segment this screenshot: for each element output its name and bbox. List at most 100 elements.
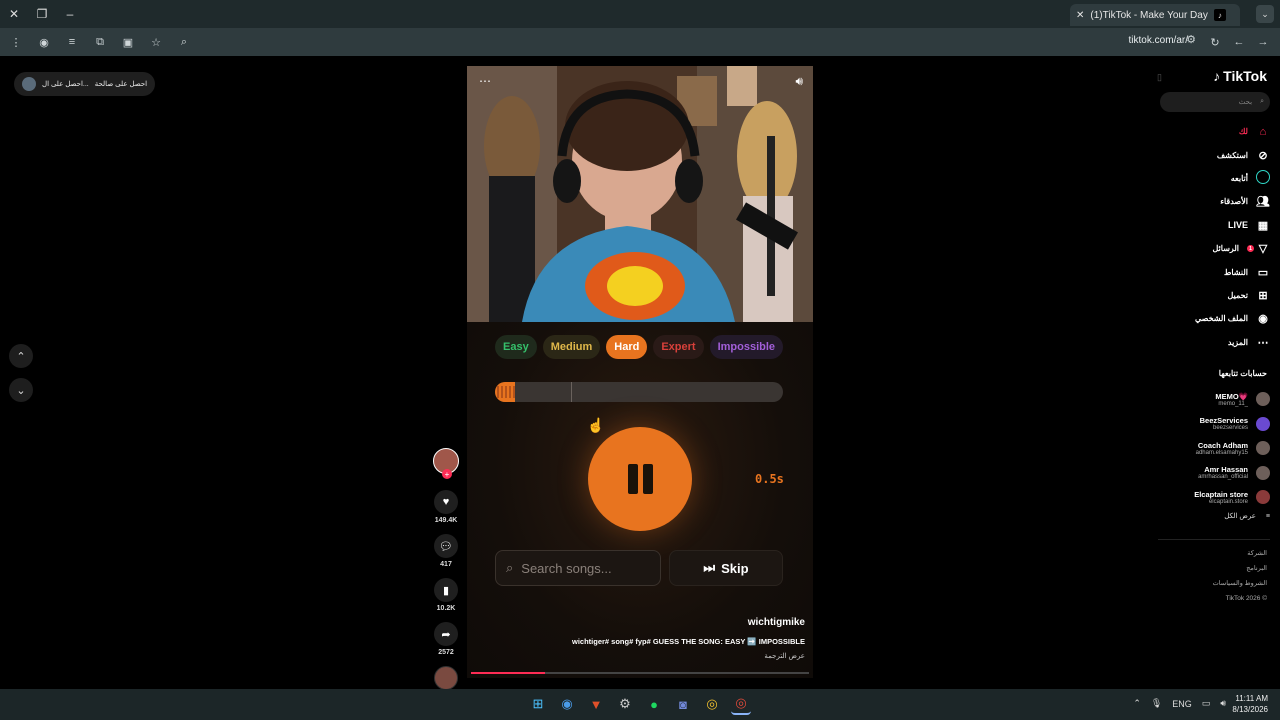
network-icon[interactable]: ▭: [1202, 698, 1211, 709]
back-icon[interactable]: ←: [1228, 30, 1250, 54]
follow-plus-icon[interactable]: +: [442, 469, 452, 479]
following-account[interactable]: Coach Adham adham.elsamahy15: [1150, 436, 1270, 461]
sidebar-item-explore[interactable]: استكشف ⊘: [1150, 143, 1270, 166]
pause-bar-right: [642, 464, 653, 494]
next-video-button[interactable]: ⌄: [9, 378, 33, 402]
sidebar-item-friends[interactable]: الأصدقاء 👥︎: [1150, 190, 1270, 213]
save-button[interactable]: ▮: [434, 578, 458, 602]
taskbar-clock[interactable]: 11:11 AM 8/13/2026: [1232, 693, 1268, 715]
account-handle: memo_11_: [1218, 400, 1248, 407]
site-settings-icon[interactable]: ⚙: [1186, 33, 1196, 46]
comment-button[interactable]: 💬︎: [434, 534, 458, 558]
level-hard[interactable]: Hard: [606, 335, 648, 359]
comment-count: 417: [440, 561, 452, 568]
bookmark-icon: ▮: [442, 584, 450, 597]
microphone-icon[interactable]: 🎙︎: [1151, 698, 1162, 709]
sidebar-item-activity[interactable]: النشاط ▭: [1150, 260, 1270, 283]
windows-taskbar: ⊞ ◉ ▼ ⚙ ● ◙ ◎ ◎ ⌃ 🎙︎ ENG ▭ 🔊︎ 11:11 AM 8…: [0, 689, 1280, 720]
pause-button[interactable]: [588, 427, 692, 531]
sidebar-item-label: تحميل: [1227, 290, 1249, 300]
tab-close-icon[interactable]: ✕: [1076, 10, 1084, 21]
nav-buttons: ↻ ← →: [1204, 30, 1274, 54]
sidebar-item-for-you[interactable]: لك ⌂: [1150, 120, 1270, 143]
profile-icon[interactable]: ◉: [32, 30, 56, 54]
sidebar-item-label: الأصدقاء: [1220, 197, 1248, 207]
creator-avatar[interactable]: +: [433, 448, 459, 479]
windows-start-icon[interactable]: ⊞: [528, 693, 548, 715]
address-bar[interactable]: tiktok.com/ar/: [1129, 35, 1188, 46]
share-button[interactable]: ➦: [434, 622, 458, 646]
level-impossible[interactable]: Impossible: [709, 335, 784, 359]
following-account[interactable]: Elcaptain store elcaptain.store: [1150, 485, 1270, 510]
sidebar-item-messages[interactable]: الرسائل 1 ▽: [1150, 237, 1270, 260]
sidebar-item-profile[interactable]: الملف الشخصي ◉: [1150, 307, 1270, 330]
messages-icon: ▽: [1258, 243, 1268, 256]
chrome-active-icon[interactable]: ◎: [731, 693, 751, 715]
music-disc-icon[interactable]: [434, 666, 458, 690]
video-progress-bar[interactable]: [471, 672, 809, 674]
reading-list-icon[interactable]: ≡: [60, 30, 84, 54]
level-expert[interactable]: Expert: [653, 335, 704, 359]
see-all-button[interactable]: عرض الكل ≡: [1224, 512, 1270, 521]
brave-browser-icon[interactable]: ▼: [586, 693, 606, 715]
following-account[interactable]: MEMO💗 memo_11_: [1150, 387, 1270, 412]
restore-window-icon[interactable]: ❐: [28, 0, 56, 28]
video-frame: ⋯ 🔊︎: [467, 66, 813, 322]
more-icon: ⋯: [1257, 336, 1269, 349]
progress-marker: [571, 382, 572, 402]
browser-tab[interactable]: ✕ (1)TikTok - Make Your Day ♪: [1070, 4, 1240, 26]
more-options-icon[interactable]: ⋯: [479, 74, 491, 88]
level-easy[interactable]: Easy: [495, 335, 537, 359]
avatar: [1256, 392, 1270, 407]
app-banner[interactable]: احصل على ال... احصل على صالحة: [14, 72, 156, 96]
following-account[interactable]: BeezServices beezservices: [1150, 412, 1270, 437]
tiktok-note-icon: ♪: [1213, 68, 1221, 84]
heart-icon: ♥: [442, 496, 450, 508]
sidebar-item-following[interactable]: أتابعه: [1150, 167, 1270, 190]
app-icon[interactable]: ⚙: [615, 693, 635, 715]
video-player[interactable]: ⋯ 🔊︎ Easy Medium Hard Expert Impossible …: [467, 66, 813, 678]
song-search-input[interactable]: ⌕ Search songs...: [495, 550, 661, 586]
like-button[interactable]: ♥: [434, 490, 458, 514]
discord-icon[interactable]: ◙: [673, 693, 693, 715]
shield-icon[interactable]: ▣: [116, 30, 140, 54]
account-name: Amr Hassan: [1204, 465, 1248, 475]
volume-icon[interactable]: 🔊︎: [795, 74, 803, 89]
menu-dots-icon[interactable]: ⋮: [4, 30, 28, 54]
sidebar-divider: [1158, 539, 1270, 540]
app-icon[interactable]: ◉: [557, 693, 577, 715]
minimize-window-icon[interactable]: –: [56, 0, 84, 28]
footer-link-company[interactable]: الشركة: [1213, 546, 1267, 561]
footer-link-terms[interactable]: الشروط والسياسات: [1213, 576, 1267, 591]
sidebar-item-upload[interactable]: تحميل ⊞: [1150, 284, 1270, 307]
footer-link-program[interactable]: البرنامج: [1213, 561, 1267, 576]
volume-icon[interactable]: 🔊︎: [1220, 698, 1226, 709]
skip-button[interactable]: ⏭ Skip: [669, 550, 783, 586]
tray-chevron-icon[interactable]: ⌃: [1133, 698, 1141, 709]
close-window-icon[interactable]: ✕: [0, 0, 28, 28]
zoom-icon[interactable]: ⌕: [172, 30, 196, 54]
video-author[interactable]: wichtigmike: [748, 617, 805, 628]
chrome-icon[interactable]: ◎: [702, 693, 722, 715]
previous-video-button[interactable]: ⌃: [9, 344, 33, 368]
level-medium[interactable]: Medium: [542, 335, 601, 359]
see-translation-link[interactable]: عرض الترجمة: [764, 652, 805, 660]
collapse-sidebar-icon[interactable]: ▯: [1157, 72, 1162, 83]
bookmark-star-icon[interactable]: ☆: [144, 30, 168, 54]
spotify-icon[interactable]: ●: [644, 693, 664, 715]
extensions-icon[interactable]: ⧉: [88, 30, 112, 54]
difficulty-selector: Easy Medium Hard Expert Impossible: [495, 335, 784, 359]
tiktok-logo[interactable]: ♪ TikTok: [1213, 68, 1267, 84]
sidebar-item-live[interactable]: LIVE ▦: [1150, 214, 1270, 237]
live-icon: ▦: [1257, 219, 1269, 232]
tab-list-chevron-icon[interactable]: ⌄: [1256, 5, 1274, 23]
sidebar-search-input[interactable]: بحث ⌕: [1160, 92, 1270, 112]
sidebar-item-more[interactable]: المزيد ⋯: [1150, 331, 1270, 354]
reload-icon[interactable]: ↻: [1204, 30, 1226, 54]
language-indicator[interactable]: ENG: [1172, 699, 1192, 709]
following-account[interactable]: Amr Hassan amrhassan_official: [1150, 461, 1270, 486]
search-placeholder: Search songs...: [521, 560, 612, 576]
forward-icon[interactable]: →: [1252, 30, 1274, 54]
save-count: 10.2K: [436, 605, 456, 612]
skip-icon: ⏭: [703, 560, 716, 575]
